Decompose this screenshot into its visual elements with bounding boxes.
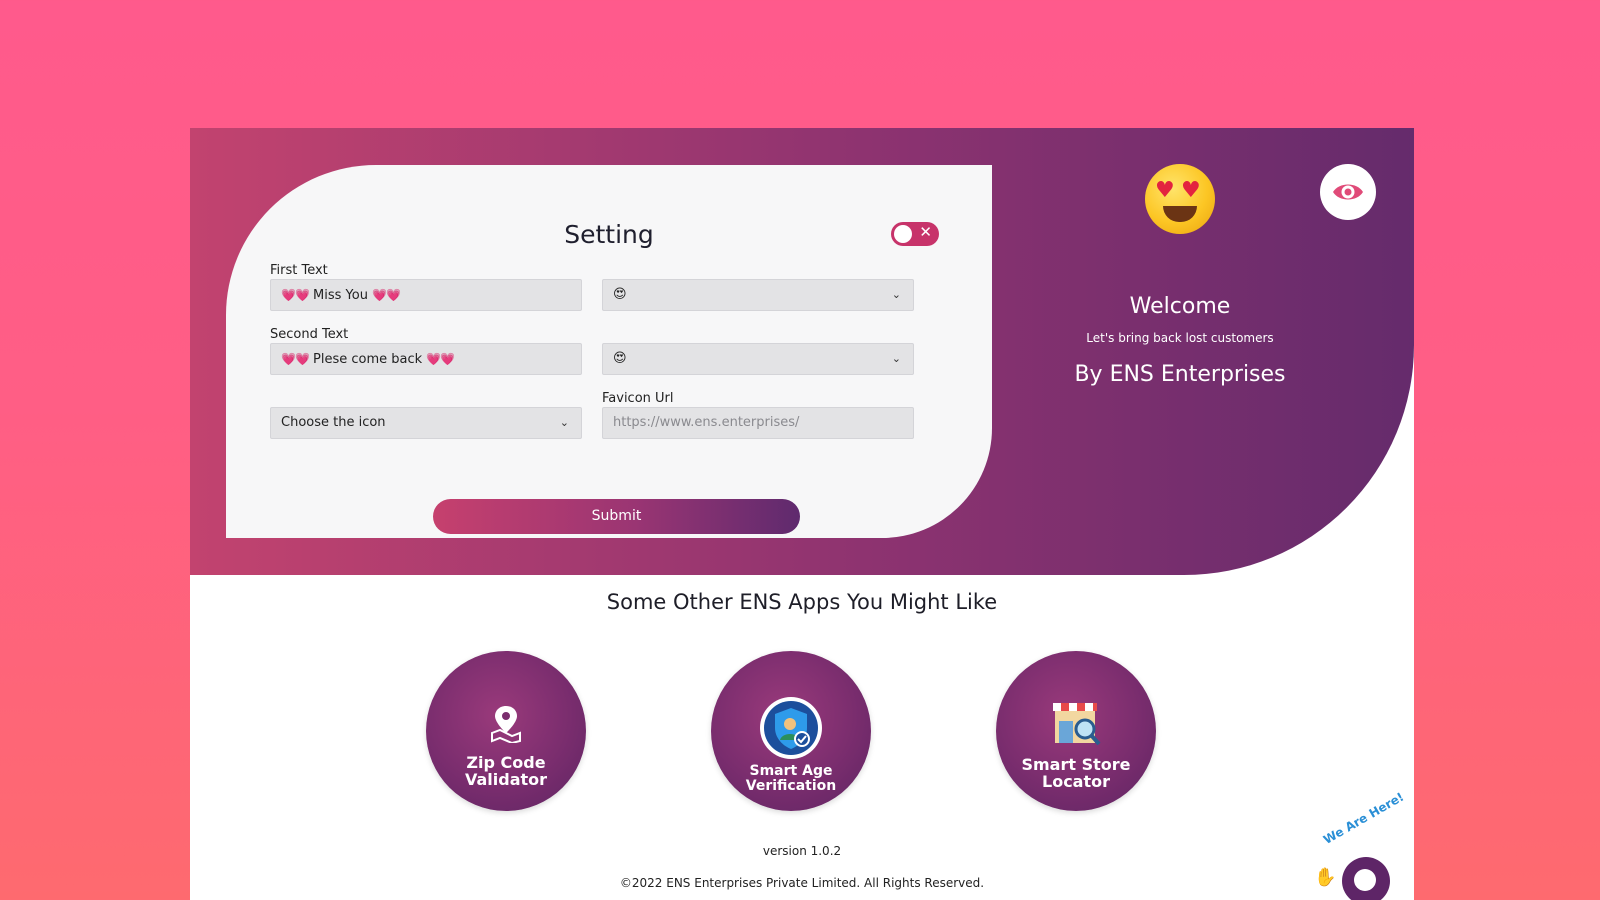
heart-eyes-emoji-icon: ♥ ♥	[1145, 164, 1215, 234]
preview-button[interactable]	[1320, 164, 1376, 220]
first-emoji-value: 😍	[613, 287, 627, 302]
second-emoji-value: 😍	[613, 351, 627, 366]
version-text: version 1.0.2	[762, 844, 842, 858]
settings-title: Setting	[564, 220, 654, 249]
app-label-line2: Validator	[464, 770, 548, 789]
chevron-down-icon: ⌄	[891, 352, 901, 365]
chevron-down-icon: ⌄	[891, 288, 901, 301]
toggle-knob	[894, 225, 912, 243]
app-smart-age-verification[interactable]: Smart Age Verification	[711, 651, 871, 811]
second-text-input[interactable]: 💗💗 Plese come back 💗💗	[270, 343, 582, 375]
favicon-label: Favicon Url	[602, 391, 674, 406]
icon-select-value: Choose the icon	[281, 415, 386, 430]
first-emoji-select[interactable]: 😍 ⌄	[602, 279, 914, 311]
second-emoji-select[interactable]: 😍 ⌄	[602, 343, 914, 375]
app-label: Zip Code Validator	[426, 754, 586, 788]
waving-hand-icon: ✋	[1314, 867, 1337, 888]
emoji-mouth	[1163, 206, 1197, 222]
hearts-icon: 💗💗	[281, 352, 310, 366]
app-label-line2: Verification	[745, 778, 837, 794]
welcome-subtitle: Let's bring back lost customers	[1086, 331, 1274, 345]
chat-bubble-inner	[1354, 869, 1376, 891]
welcome-byline: By ENS Enterprises	[1074, 362, 1286, 387]
heart-icon: ♥	[1181, 178, 1201, 203]
enable-toggle[interactable]: ✕	[891, 222, 939, 246]
favicon-url-input[interactable]: https://www.ens.enterprises/	[602, 407, 914, 439]
app-label-line2: Locator	[1042, 772, 1110, 791]
eye-icon	[1333, 184, 1363, 200]
app-card: Setting ✕ First Text 💗💗 Miss You 💗💗 😍 ⌄ …	[190, 128, 1414, 900]
app-zip-code-validator[interactable]: Zip Code Validator	[426, 651, 586, 811]
hearts-icon: 💗💗	[426, 352, 455, 366]
first-text-value: Miss You	[313, 288, 368, 303]
app-label-line1: Smart Age	[749, 763, 833, 779]
welcome-heading: Welcome	[1129, 294, 1231, 319]
second-text-label: Second Text	[270, 327, 349, 342]
app-label: Smart Store Locator	[996, 756, 1156, 790]
heart-icon: ♥	[1155, 178, 1175, 203]
app-label-line1: Zip Code	[466, 753, 546, 772]
store-search-icon	[996, 701, 1156, 751]
hero-banner: Setting ✕ First Text 💗💗 Miss You 💗💗 😍 ⌄ …	[190, 128, 1414, 575]
chat-widget[interactable]: We Are Here! ✋	[1314, 790, 1406, 900]
second-text-value: Plese come back	[313, 352, 423, 367]
first-text-label: First Text	[270, 263, 328, 278]
copyright-text: ©2022 ENS Enterprises Private Limited. A…	[619, 876, 985, 890]
hearts-icon: 💗💗	[281, 288, 310, 302]
app-label-line1: Smart Store	[1021, 755, 1131, 774]
hearts-icon: 💗💗	[372, 288, 401, 302]
app-smart-store-locator[interactable]: Smart Store Locator	[996, 651, 1156, 811]
settings-panel: Setting ✕ First Text 💗💗 Miss You 💗💗 😍 ⌄ …	[226, 165, 992, 538]
shield-user-icon	[711, 696, 871, 764]
chevron-down-icon: ⌄	[559, 416, 569, 429]
first-text-input[interactable]: 💗💗 Miss You 💗💗	[270, 279, 582, 311]
submit-button[interactable]: Submit	[433, 499, 800, 534]
other-apps-title: Some Other ENS Apps You Might Like	[606, 590, 998, 614]
icon-select[interactable]: Choose the icon ⌄	[270, 407, 582, 439]
chat-bubble-icon[interactable]	[1342, 857, 1390, 900]
favicon-url-placeholder: https://www.ens.enterprises/	[613, 415, 800, 430]
map-pin-icon	[426, 703, 586, 747]
close-icon: ✕	[919, 223, 932, 241]
app-label: Smart Age Verification	[711, 764, 871, 794]
